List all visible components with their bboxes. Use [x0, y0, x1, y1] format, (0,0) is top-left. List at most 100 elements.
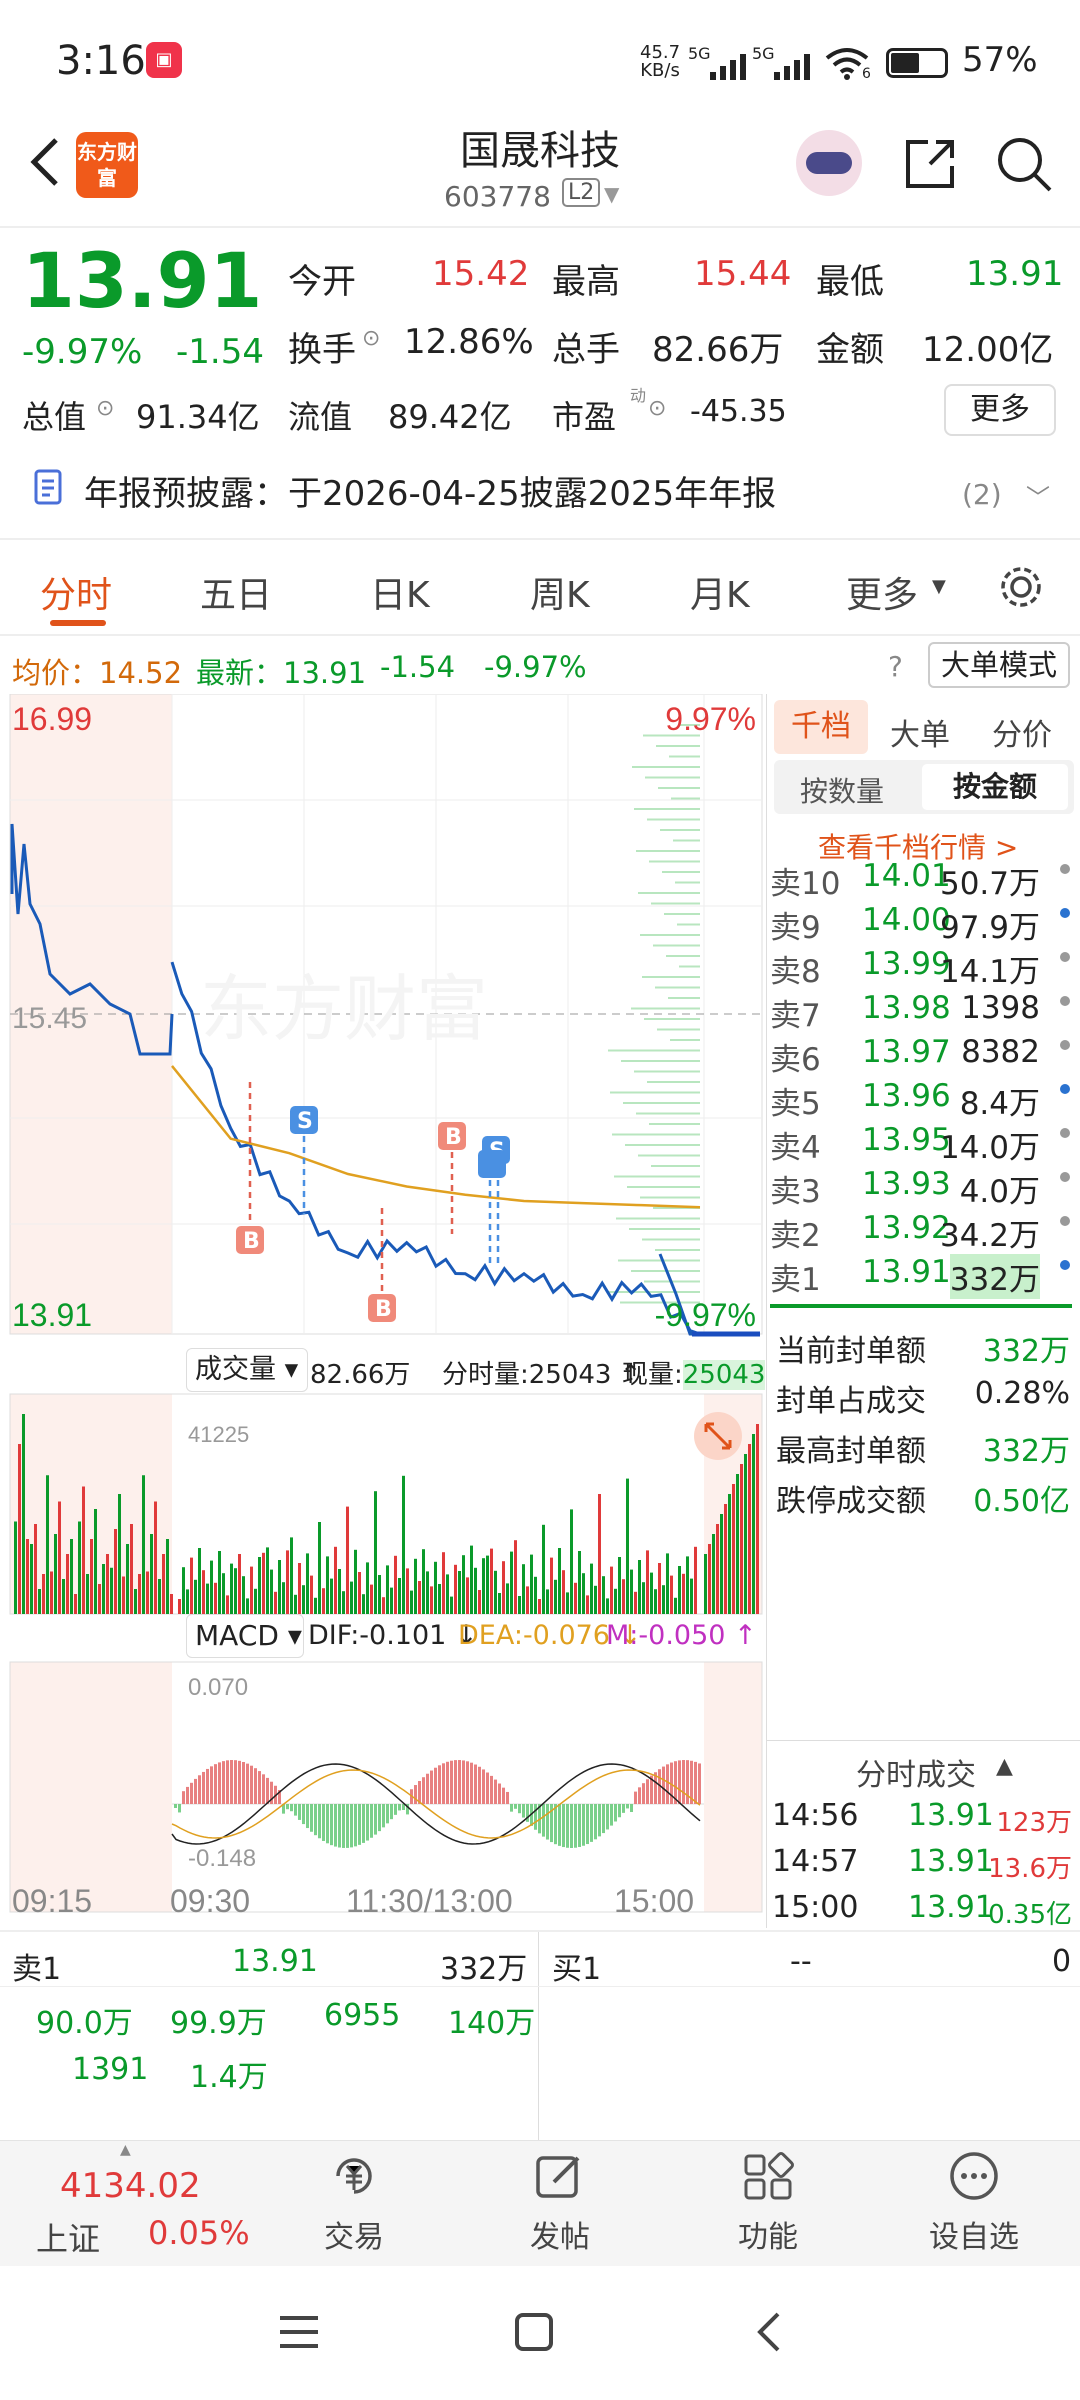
volume-bar	[322, 1588, 325, 1614]
ask-row[interactable]: 卖8 13.99 14.1万	[770, 946, 1070, 990]
volume-value: 82.66万	[652, 330, 784, 370]
mktcap-value: 91.34亿	[136, 398, 260, 436]
index-pct[interactable]: 0.05%	[148, 2214, 250, 2252]
tab-qiandang[interactable]: 千档	[774, 700, 868, 754]
trade-icon[interactable]	[326, 2148, 382, 2204]
tab-weekly-k[interactable]: 周K	[530, 566, 590, 618]
ask-row[interactable]: 卖4 13.95 14.0万	[770, 1122, 1070, 1166]
search-icon[interactable]	[994, 134, 1054, 194]
volume-bar	[362, 1594, 365, 1614]
trades-title[interactable]: 分时成交	[856, 1750, 976, 1794]
macd-bar	[566, 1804, 569, 1848]
volume-bar	[194, 1579, 197, 1614]
tab-indicator	[50, 620, 106, 626]
volume-bar	[146, 1571, 149, 1614]
macd-bar	[614, 1804, 617, 1822]
menu-icon[interactable]	[276, 2310, 322, 2354]
big-order-mode-button[interactable]: 大单模式	[928, 642, 1070, 688]
index-value[interactable]: 4134.02	[60, 2166, 201, 2206]
info-icon[interactable]: ⊙	[362, 326, 380, 351]
nav-post[interactable]: 发帖	[500, 2212, 620, 2256]
assistant-avatar-icon[interactable]	[796, 130, 862, 196]
volume-bar	[506, 1583, 509, 1614]
macd-bar	[574, 1804, 577, 1848]
volume-bar	[514, 1540, 517, 1614]
volume-bar	[546, 1589, 549, 1614]
share-icon[interactable]	[900, 134, 960, 194]
flow-bar	[651, 1165, 700, 1167]
ask-row[interactable]: 卖2 13.92 34.2万	[770, 1210, 1070, 1254]
macd-bar	[298, 1804, 301, 1820]
help-icon[interactable]: ?	[888, 650, 903, 683]
by-quantity-button[interactable]: 按数量	[800, 770, 884, 810]
tab-fenjia[interactable]: 分价	[992, 710, 1052, 754]
volume-bar	[610, 1566, 613, 1614]
dot-icon	[1060, 1040, 1070, 1050]
ask-row[interactable]: 卖9 14.00 97.9万	[770, 902, 1070, 946]
post-icon[interactable]	[532, 2148, 588, 2204]
ask-row[interactable]: 卖6 13.97 8382	[770, 1034, 1070, 1078]
volume-selector[interactable]: 成交量 ▾	[186, 1348, 308, 1392]
tab-dadan[interactable]: 大单	[890, 710, 950, 754]
flow-bar	[649, 1123, 700, 1125]
volume-bar	[206, 1583, 209, 1614]
tab-more[interactable]: 更多	[846, 566, 918, 618]
more-button[interactable]: 更多	[944, 384, 1056, 436]
notice-text[interactable]: 年报预披露：于2026-04-25披露2025年年报	[84, 466, 776, 515]
flow-bar	[645, 776, 700, 779]
nav-trade[interactable]: 交易	[294, 2212, 414, 2256]
apps-icon[interactable]	[740, 2148, 796, 2204]
ask-price: 13.98	[862, 990, 951, 1026]
ask-row[interactable]: 卖5 13.96 8.4万	[770, 1078, 1070, 1122]
macd-bar	[558, 1804, 561, 1846]
volume-bar	[554, 1579, 557, 1614]
flow-bar	[671, 797, 700, 800]
nav-add-watchlist[interactable]: 设自选	[914, 2212, 1034, 2256]
pct-axis-max: 9.97%	[665, 701, 756, 737]
tab-monthly-k[interactable]: 月K	[690, 566, 750, 618]
brand-logo[interactable]: 东方财富	[76, 132, 138, 198]
tab-daily-k[interactable]: 日K	[370, 566, 430, 618]
ask-row[interactable]: 卖3 13.93 4.0万	[770, 1166, 1070, 1210]
volume-bar	[498, 1593, 501, 1614]
volume-bar	[98, 1584, 101, 1614]
nav-functions[interactable]: 功能	[708, 2212, 828, 2256]
volume-bar	[238, 1554, 241, 1614]
intraday-chart[interactable]: 东方财富 B B B S S 16.99 13.91 15.45 9.97% -…	[0, 694, 764, 1928]
macd-bar	[534, 1804, 537, 1830]
back-icon[interactable]	[20, 132, 70, 192]
divider	[0, 634, 1080, 636]
macd-bar	[498, 1783, 501, 1804]
by-amount-button[interactable]: 按金额	[922, 764, 1068, 810]
back-nav-icon[interactable]	[748, 2310, 792, 2354]
macd-bar	[202, 1771, 205, 1804]
home-icon[interactable]	[512, 2310, 556, 2354]
level2-badge[interactable]: L2	[562, 178, 601, 207]
ask-row[interactable]: 卖10 14.01 50.7万	[770, 858, 1070, 902]
ask-row[interactable]: 卖7 13.98 1398	[770, 990, 1070, 1034]
macd-bar	[590, 1804, 593, 1842]
info-icon[interactable]: ⊙	[96, 396, 114, 421]
volume-bar	[46, 1475, 49, 1614]
chevron-down-icon[interactable]: ﹀	[1026, 478, 1050, 513]
ask-volume: 332万	[949, 1254, 1040, 1299]
stat-row: 跌停成交额 0.50亿	[776, 1476, 1070, 1520]
chevron-down-icon[interactable]: ▼	[604, 182, 619, 206]
tab-5day[interactable]: 五日	[200, 566, 272, 618]
more-circle-icon[interactable]	[946, 2148, 1002, 2204]
latest-change: -1.54	[380, 650, 456, 684]
index-name[interactable]: 上证	[36, 2214, 100, 2260]
macd-bar	[394, 1804, 397, 1815]
macd-selector[interactable]: MACD ▾	[186, 1614, 304, 1658]
macd-bar	[446, 1761, 449, 1804]
ask-row[interactable]: 卖1 13.91 332万	[770, 1254, 1070, 1299]
amount-label: 金额	[816, 330, 884, 370]
gear-icon[interactable]	[996, 562, 1046, 612]
macd-bar	[646, 1779, 649, 1804]
volume-bar	[182, 1567, 185, 1614]
macd-bar	[230, 1760, 233, 1804]
tab-fenshi[interactable]: 分时	[40, 566, 112, 618]
macd-bar	[514, 1804, 517, 1809]
volume-bar	[474, 1567, 477, 1614]
info-icon[interactable]: ⊙	[648, 396, 666, 421]
